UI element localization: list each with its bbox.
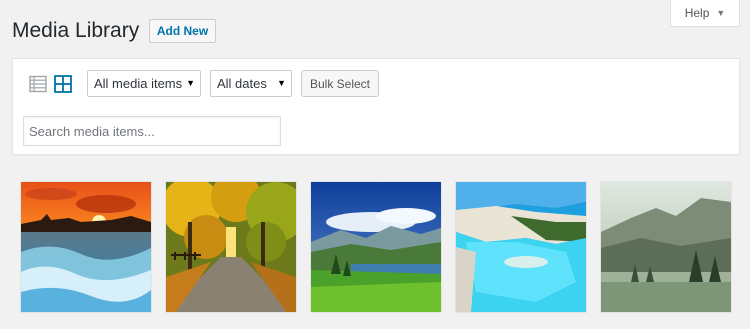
date-filter[interactable]: All dates ▼	[210, 70, 292, 97]
date-filter-value: All dates	[217, 76, 267, 91]
sunset-waves-image	[21, 182, 151, 312]
dropdown-arrow-icon: ▼	[277, 78, 286, 88]
misty-valley-image	[601, 182, 731, 312]
help-label: Help	[684, 6, 710, 20]
search-input[interactable]	[23, 116, 281, 146]
mountain-lake-image	[311, 182, 441, 312]
bulk-select-button[interactable]: Bulk Select	[301, 70, 379, 97]
media-thumbnail[interactable]	[166, 182, 296, 312]
dropdown-arrow-icon: ▼	[186, 78, 195, 88]
media-thumbnail[interactable]	[311, 182, 441, 312]
list-view-icon[interactable]	[29, 75, 47, 93]
chevron-down-icon: ▼	[716, 8, 726, 18]
add-new-button[interactable]: Add New	[149, 19, 216, 43]
media-thumbnail[interactable]	[456, 182, 586, 312]
autumn-road-image	[166, 182, 296, 312]
grid-view-icon[interactable]	[54, 75, 72, 93]
media-toolbar: All media items ▼ All dates ▼ Bulk Selec…	[12, 58, 740, 155]
media-thumbnail[interactable]	[21, 182, 151, 312]
media-type-filter-value: All media items	[94, 76, 183, 91]
media-thumbnail[interactable]	[601, 182, 731, 312]
turquoise-bay-image	[456, 182, 586, 312]
page-title: Media Library	[12, 19, 140, 42]
media-type-filter[interactable]: All media items ▼	[87, 70, 201, 97]
help-tab[interactable]: Help ▼	[670, 0, 740, 27]
